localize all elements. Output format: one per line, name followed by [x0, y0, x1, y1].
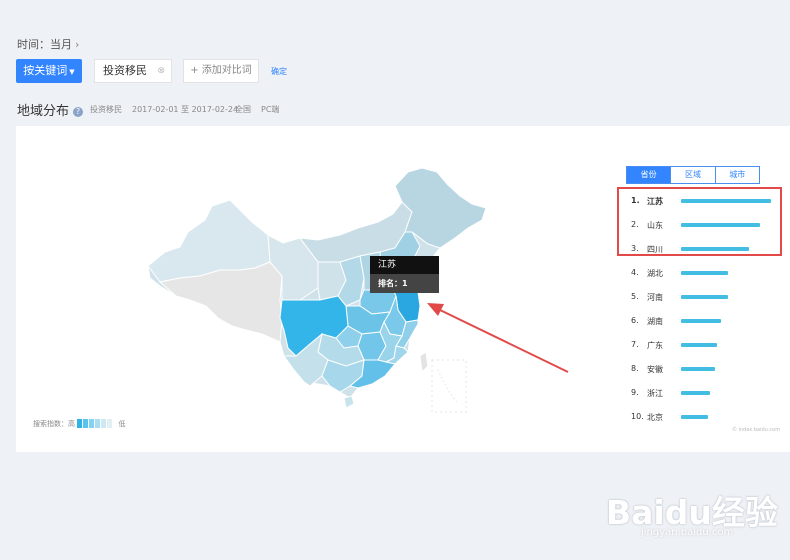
- ranking-number: 5.: [631, 292, 639, 301]
- ranking-row: 7. 广东: [626, 333, 784, 357]
- legend-swatches: [77, 419, 113, 428]
- legend-swatch: [89, 419, 95, 428]
- legend-swatch: [77, 419, 83, 428]
- source-credit: © index.baidu.com: [732, 427, 781, 433]
- legend-high-label: 搜索指数：高: [33, 420, 75, 428]
- tooltip-rank: 排名：1: [370, 274, 439, 293]
- ranking-number: 4.: [631, 268, 639, 277]
- ranking-row: 9. 浙江: [626, 381, 784, 405]
- legend-swatch: [101, 419, 107, 428]
- ranking-bar: [681, 319, 721, 323]
- legend-swatch: [107, 419, 113, 428]
- watermark-url: jingyan.baidu.com: [641, 527, 734, 538]
- ranking-province: 北京: [647, 413, 663, 422]
- tab-province[interactable]: 省份: [626, 166, 672, 184]
- map-legend: 搜索指数：高 低: [33, 419, 125, 429]
- ranking-number: 7.: [631, 340, 639, 349]
- ranking-number: 10.: [631, 412, 644, 421]
- ranking-number: 9.: [631, 388, 639, 397]
- annotation-arrow-line: [439, 309, 569, 373]
- legend-swatch: [83, 419, 89, 428]
- ranking-row: 10. 北京: [626, 405, 784, 429]
- ranking-bar: [681, 343, 717, 347]
- ranking-bar: [681, 295, 728, 299]
- ranking-province: 湖北: [647, 269, 663, 278]
- tab-region[interactable]: 区域: [671, 166, 716, 184]
- ranking-province: 浙江: [647, 389, 663, 398]
- ranking-bar: [681, 415, 708, 419]
- ranking-row: 6. 湖南: [626, 309, 784, 333]
- ranking-province: 广东: [647, 341, 663, 350]
- ranking-bar: [681, 367, 715, 371]
- ranking-province: 安徽: [647, 365, 663, 374]
- south-china-sea-inset: [431, 359, 467, 413]
- ranking-row: 4. 湖北: [626, 261, 784, 285]
- map-tooltip: 江苏 排名：1: [370, 256, 439, 293]
- ranking-bar: [681, 271, 728, 275]
- map-taiwan: [419, 351, 429, 374]
- ranking-number: 6.: [631, 316, 639, 325]
- legend-low-label: 低: [118, 420, 126, 428]
- ranking-number: 8.: [631, 364, 639, 373]
- top3-highlight-box: [617, 187, 782, 256]
- map-hainan: [343, 395, 355, 409]
- tooltip-province: 江苏: [370, 256, 439, 274]
- ranking-province: 河南: [647, 293, 663, 302]
- map-sea-islands: [437, 369, 459, 405]
- ranking-row: 5. 河南: [626, 285, 784, 309]
- scope-tabs: 省份 区域 城市: [626, 166, 760, 184]
- tab-city[interactable]: 城市: [715, 166, 760, 184]
- annotation-arrow-head: [427, 303, 444, 316]
- ranking-row: 8. 安徽: [626, 357, 784, 381]
- legend-swatch: [95, 419, 101, 428]
- ranking-province: 湖南: [647, 317, 663, 326]
- ranking-bar: [681, 391, 710, 395]
